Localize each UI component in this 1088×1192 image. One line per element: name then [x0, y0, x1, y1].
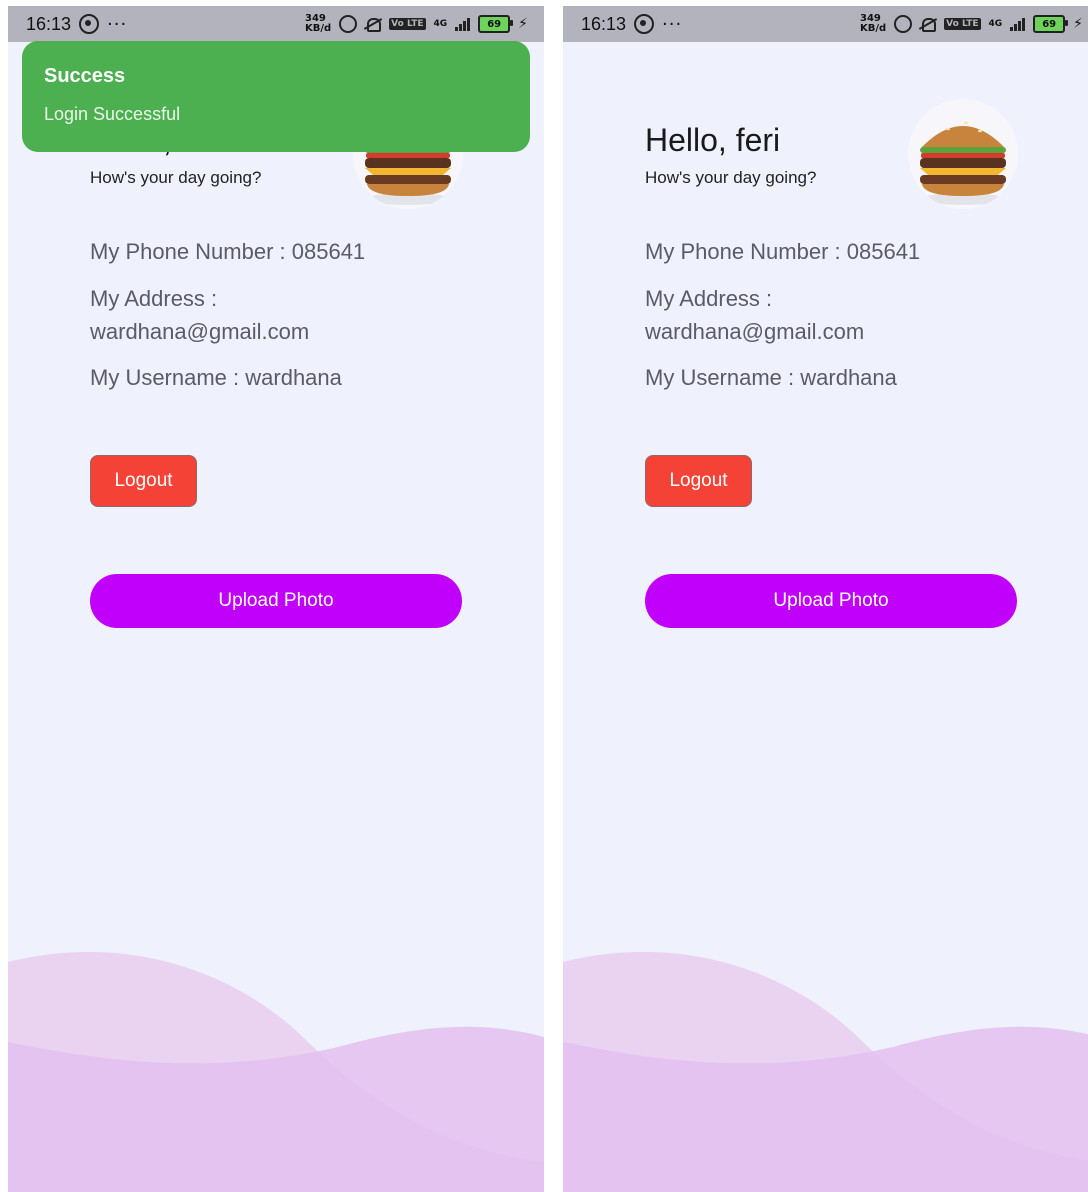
more-notifications-icon: ···: [662, 13, 683, 35]
logout-button[interactable]: Logout: [90, 455, 197, 507]
phone-screen-right: 16:13 ··· 349 KB/d Vo LTE 4G 69 ⚡ Hello, …: [563, 6, 1088, 1192]
greeting-subtitle: How's your day going?: [90, 168, 262, 187]
volte-icon: Vo LTE: [389, 18, 426, 30]
status-time: 16:13: [26, 13, 72, 34]
hotspot-icon: [339, 15, 358, 33]
network-type: 4G: [433, 19, 448, 29]
status-bar: 16:13 ··· 349 KB/d Vo LTE 4G 69 ⚡: [563, 6, 1088, 42]
battery-icon: 69: [1033, 15, 1069, 33]
network-speed: 349 KB/d: [304, 13, 332, 34]
signal-icon: [1010, 17, 1026, 31]
wave-decoration: [8, 952, 544, 1192]
hotspot-icon: [894, 15, 913, 33]
whatsapp-icon: [79, 14, 100, 34]
network-speed: 349 KB/d: [859, 13, 887, 34]
signal-icon: [455, 17, 471, 31]
battery-icon: 69: [478, 15, 514, 33]
phone-screen-left: 16:13 ··· 349KB/d Vo LTE 4G 69 ⚡ Hello, …: [8, 6, 544, 1192]
status-bar: 16:13 ··· 349 KB/d Vo LTE 4G 69 ⚡: [8, 6, 544, 42]
username-text: My Username : wardhana: [645, 365, 897, 390]
upload-photo-button[interactable]: Upload Photo: [90, 574, 462, 628]
volte-icon: Vo LTE: [944, 18, 981, 30]
whatsapp-icon: [634, 14, 655, 34]
success-toast: Success Login Successful: [22, 41, 530, 152]
address-text: My Address : wardhana@gmail.com: [645, 286, 865, 344]
logout-button[interactable]: Logout: [645, 455, 752, 507]
greeting-title: Hello, feri: [645, 122, 781, 158]
more-notifications-icon: ···: [107, 13, 128, 35]
toast-message: Login Successful: [44, 104, 181, 124]
charging-icon: ⚡: [518, 16, 528, 32]
wave-decoration: [563, 952, 1088, 1192]
phone-number-text: My Phone Number : 085641: [90, 239, 366, 264]
avatar: [908, 99, 1018, 209]
address-text: My Address : wardhana@gmail.com: [90, 286, 310, 344]
greeting-subtitle: How's your day going?: [645, 168, 817, 187]
username-text: My Username : wardhana: [90, 365, 342, 390]
status-time: 16:13: [581, 13, 627, 34]
network-type: 4G: [988, 19, 1003, 29]
toast-title: Success: [44, 65, 126, 87]
phone-number-text: My Phone Number : 085641: [645, 239, 921, 264]
charging-icon: ⚡: [1073, 16, 1083, 32]
burger-image: [920, 121, 1006, 205]
mute-icon: [365, 16, 382, 32]
upload-photo-button[interactable]: Upload Photo: [645, 574, 1017, 628]
mute-icon: [920, 16, 937, 32]
